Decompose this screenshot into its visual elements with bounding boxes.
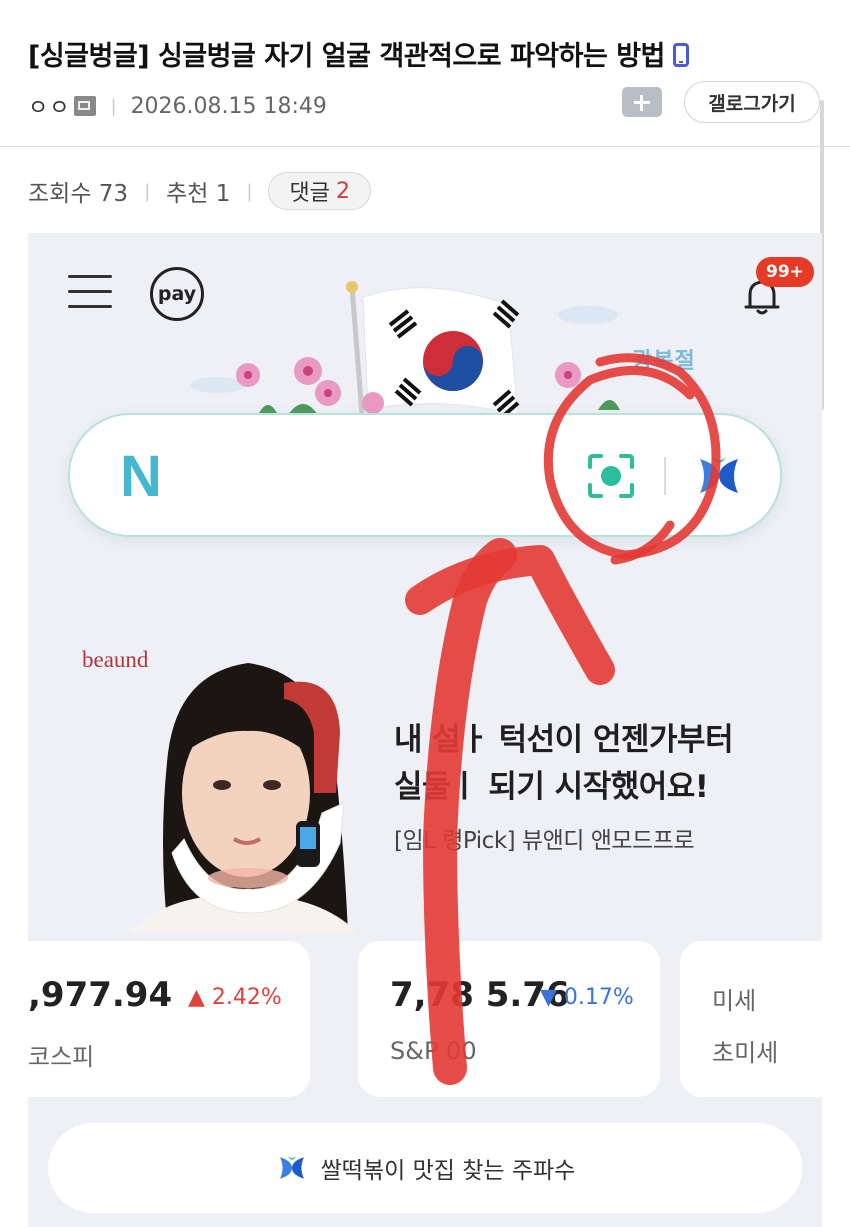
card-change: ▲ 2.42% [188,985,282,1010]
mobile-icon [672,43,689,67]
ai-recommend-button[interactable]: 쌀떡볶이 맛집 찾는 주파수 [48,1123,802,1213]
ad-banner[interactable]: beaund 내 설ㅏ 턱선이 언젠가부터 실둘ㅣ 되기 시작했어요! [임L … [68,633,782,933]
post-timestamp: 2026.08.15 18:49 [130,93,327,119]
post-meta: ㅇㅇ | 2026.08.15 18:49 [28,90,327,122]
ad-title: 내 설ㅏ 턱선이 언젠가부터 실둘ㅣ 되기 시작했어요! [394,722,734,805]
recommend-count: 추천 1 [166,181,231,207]
stock-card-kospi[interactable]: ,977.94 ▲ 2.42% 코스피 [28,941,310,1097]
comment-count: 2 [335,178,350,204]
search-divider [664,457,666,495]
add-gallery-icon[interactable] [622,87,662,117]
notification-badge: 99+ [756,257,814,287]
air-quality-card[interactable]: 미세 초미세 [680,941,822,1097]
ad-subtitle: [임L 령Pick] 뷰앤디 앤모드프로 [394,828,695,854]
post-title: [싱글벙글] 싱글벙글 자기 얼굴 객관적으로 파악하는 방법 [28,34,689,73]
doodle-illustration [190,281,620,419]
card-change: ▼ 0.17% [540,985,634,1010]
divider: | [246,180,253,202]
post-header: [싱글벙글] 싱글벙글 자기 얼굴 객관적으로 파악하는 방법 ㅇㅇ | 202… [0,0,850,147]
divider: | [144,180,151,202]
bottom-button-label: 쌀떡볶이 맛집 찾는 주파수 [320,1158,576,1184]
post-stats: 조회수 73 | 추천 1 | 댓글 2 [28,172,371,210]
author-name[interactable]: ㅇㅇ [28,90,70,122]
card-label: 코스피 [28,1043,95,1071]
doodle-label: 광복절 [632,349,696,374]
view-count: 조회수 73 [28,181,129,207]
ad-brand: beaund [82,647,149,672]
hamburger-menu-icon[interactable] [68,275,112,309]
ai-search-icon[interactable] [692,451,746,501]
search-bar[interactable]: N [68,413,782,537]
ai-search-icon [279,1156,304,1179]
comment-button[interactable]: 댓글 2 [268,172,371,210]
divider: | [110,95,117,117]
post-title-text: [싱글벙글] 싱글벙글 자기 얼굴 객관적으로 파악하는 방법 [28,41,665,72]
comment-label: 댓글 [289,181,330,206]
card-line2: 초미세 [712,1039,779,1067]
camera-lens-icon[interactable] [586,453,636,499]
stock-card-sp500[interactable]: 7,78 5.76 ▼ 0.17% S&P 00 [358,941,660,1097]
card-line1: 미세 [712,987,757,1015]
naver-logo: N [120,444,162,509]
ad-portrait-image [108,643,376,933]
screenshot-image: pay 99+ 광복절 N beaund 내 설ㅏ 턱선이 언젠가부터 실둘ㅣ … [28,233,822,1227]
card-label: S&P 00 [390,1037,477,1065]
gallog-button[interactable]: 갤로그가기 [684,81,820,123]
card-value: ,977.94 [28,975,173,1015]
user-badge-icon [74,96,97,116]
